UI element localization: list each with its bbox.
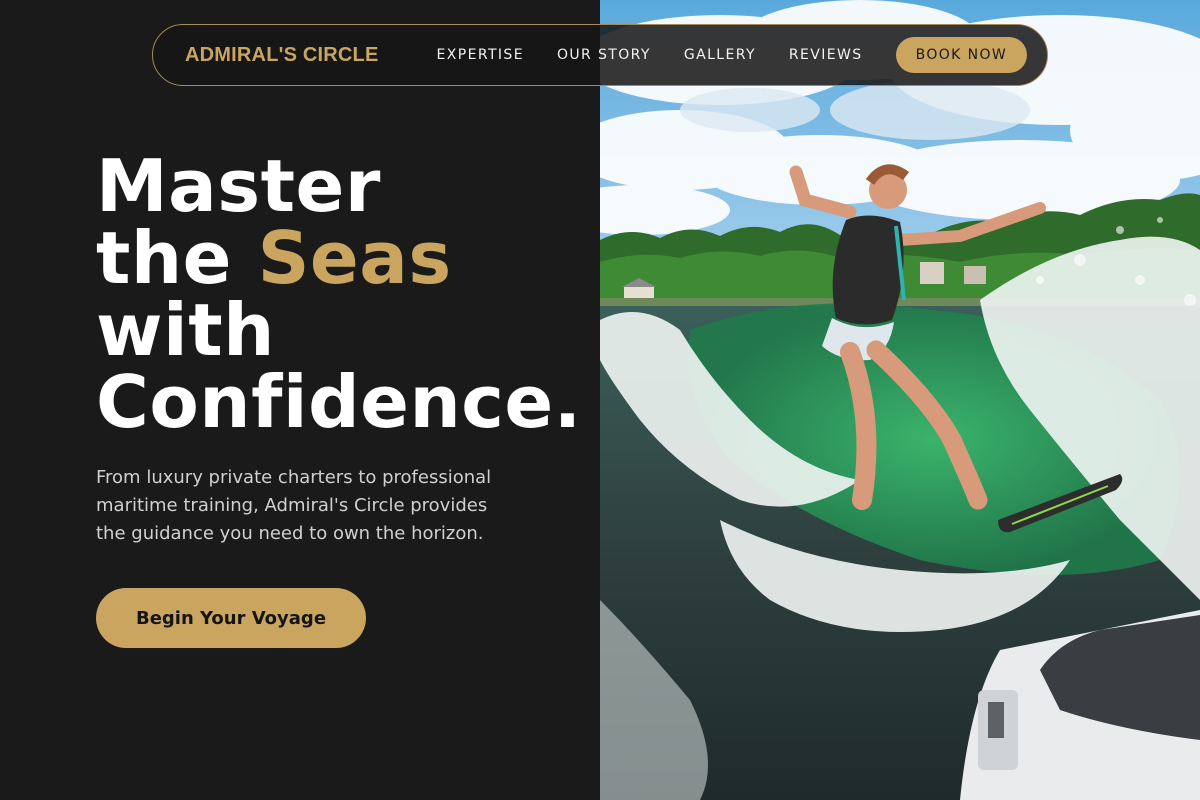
nav-link-reviews[interactable]: REVIEWS <box>789 47 863 63</box>
nav-link-gallery[interactable]: GALLERY <box>684 47 756 63</box>
book-now-button[interactable]: BOOK NOW <box>895 37 1028 73</box>
headline-line-2: the Seas <box>96 222 582 294</box>
brand-logo[interactable]: ADMIRAL'S CIRCLE <box>185 44 379 67</box>
headline-line-4: Confidence. <box>96 360 582 444</box>
headline-line-1: Master <box>96 144 381 228</box>
hero-subtext: From luxury private charters to professi… <box>96 467 492 544</box>
hero-photo <box>600 0 1200 800</box>
nav-links: EXPERTISE OUR STORY GALLERY REVIEWS <box>437 47 896 63</box>
headline-line-3: with <box>96 288 275 372</box>
nav-link-expertise[interactable]: EXPERTISE <box>437 47 524 63</box>
nav-link-our-story[interactable]: OUR STORY <box>557 47 651 63</box>
headline-accent-word: Seas <box>257 216 452 300</box>
landing-page: ADMIRAL'S CIRCLE EXPERTISE OUR STORY GAL… <box>0 0 1200 800</box>
begin-voyage-button[interactable]: Begin Your Voyage <box>96 588 366 648</box>
navbar: ADMIRAL'S CIRCLE EXPERTISE OUR STORY GAL… <box>152 24 1048 86</box>
hero-headline: Master the Seas with Confidence. <box>96 150 582 438</box>
